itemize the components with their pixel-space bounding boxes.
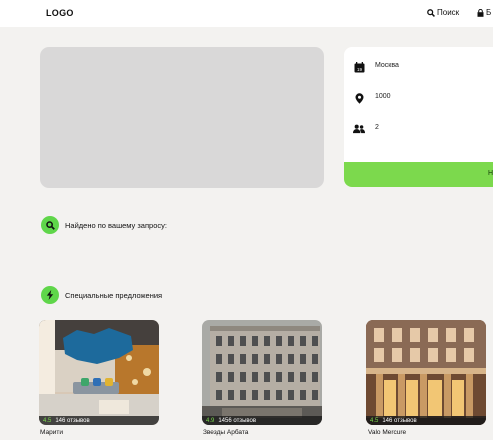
search-form: 19 Москва 1000 2 Н — [344, 47, 493, 187]
results-badge — [41, 216, 59, 234]
results-section-title: Найдено по вашему запросу: — [41, 216, 167, 234]
offers-section-title: Специальные предложения — [41, 286, 162, 304]
hotel-photo — [202, 320, 322, 425]
hotel-photo — [366, 320, 486, 425]
lock-icon — [477, 8, 484, 17]
header-booking-label: Б — [486, 8, 492, 17]
location-icon — [353, 92, 365, 104]
search-icon — [45, 220, 55, 230]
hero-image-placeholder — [40, 47, 324, 188]
hotel-card[interactable]: 4.5 146 отзывов — [39, 320, 159, 425]
hotel-photo — [39, 320, 159, 425]
guests-field[interactable]: 2 — [344, 119, 493, 139]
hotel-rating: 4.5 — [43, 417, 52, 424]
offers-title-text: Специальные предложения — [65, 290, 163, 300]
hotel-reviews: 146 отзывов — [382, 417, 417, 424]
calendar-icon: 19 — [353, 61, 365, 73]
users-icon — [353, 123, 365, 135]
header-search-label: Поиск — [437, 8, 460, 17]
price-value: 1000 — [375, 93, 391, 100]
hotel-name[interactable]: Звезды Арбата — [203, 429, 248, 436]
rating-bar: 4.5 146 отзывов — [39, 416, 159, 425]
hotel-card[interactable]: 4.5 146 отзывов — [366, 320, 486, 425]
hotel-reviews: 146 отзывов — [55, 417, 90, 424]
header-search-button[interactable]: Поиск — [427, 8, 459, 17]
guests-value: 2 — [375, 124, 379, 131]
hotel-name[interactable]: Марити — [40, 429, 63, 436]
hotel-name[interactable]: Valo Mercure — [368, 429, 406, 436]
hotel-rating: 4.5 — [370, 417, 379, 424]
hotel-rating: 4.9 — [206, 417, 215, 424]
city-value: Москва — [375, 62, 399, 69]
lightning-icon — [46, 290, 54, 300]
price-field[interactable]: 1000 — [344, 88, 493, 108]
offers-badge — [41, 286, 59, 304]
logo[interactable]: LOGO — [46, 8, 74, 18]
rating-bar: 4.5 146 отзывов — [366, 416, 486, 425]
calendar-day: 19 — [356, 67, 362, 72]
results-title-text: Найдено по вашему запросу: — [65, 220, 167, 230]
hotel-card[interactable]: 4.9 1456 отзывов — [202, 320, 322, 425]
header-booking-button[interactable]: Б — [477, 8, 491, 17]
city-field[interactable]: 19 Москва — [344, 57, 493, 77]
header: LOGO Поиск Б — [0, 0, 493, 27]
hotel-reviews: 1456 отзывов — [218, 417, 257, 424]
search-submit-button[interactable]: Н — [344, 162, 493, 187]
search-icon — [427, 8, 435, 17]
rating-bar: 4.9 1456 отзывов — [202, 416, 322, 425]
